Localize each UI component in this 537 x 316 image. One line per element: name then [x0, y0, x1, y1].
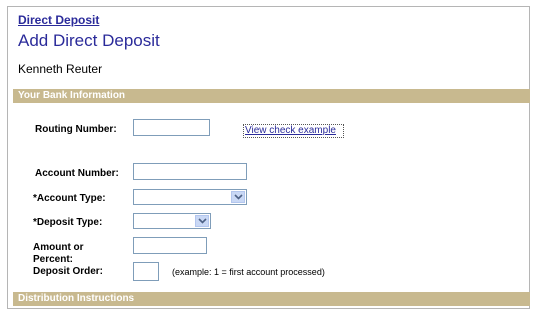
- chevron-down-icon[interactable]: [231, 191, 245, 203]
- amount-label-line2: Percent:: [33, 254, 74, 265]
- breadcrumb-direct-deposit[interactable]: Direct Deposit: [18, 13, 99, 27]
- chevron-down-icon[interactable]: [195, 215, 209, 227]
- account-number-label: Account Number:: [35, 168, 119, 179]
- deposit-type-label: *Deposit Type:: [33, 217, 103, 228]
- view-check-example-link[interactable]: View check example: [243, 124, 344, 138]
- employee-name: Kenneth Reuter: [18, 62, 103, 76]
- amount-input[interactable]: [133, 237, 207, 254]
- routing-number-input[interactable]: [133, 119, 210, 136]
- deposit-order-label: Deposit Order:: [33, 266, 104, 277]
- page-frame: [7, 6, 530, 309]
- deposit-order-input[interactable]: [133, 262, 159, 281]
- amount-label-line1: Amount or: [33, 242, 84, 253]
- section-header-distribution: Distribution Instructions: [13, 292, 530, 306]
- deposit-order-hint: (example: 1 = first account processed): [172, 267, 325, 277]
- page-title: Add Direct Deposit: [18, 31, 160, 50]
- account-type-select[interactable]: [133, 189, 247, 205]
- deposit-type-select[interactable]: [133, 213, 211, 229]
- account-type-label: *Account Type:: [33, 193, 106, 204]
- section-header-bank-info: Your Bank Information: [13, 89, 530, 103]
- routing-number-label: Routing Number:: [35, 124, 117, 135]
- account-number-input[interactable]: [133, 163, 247, 180]
